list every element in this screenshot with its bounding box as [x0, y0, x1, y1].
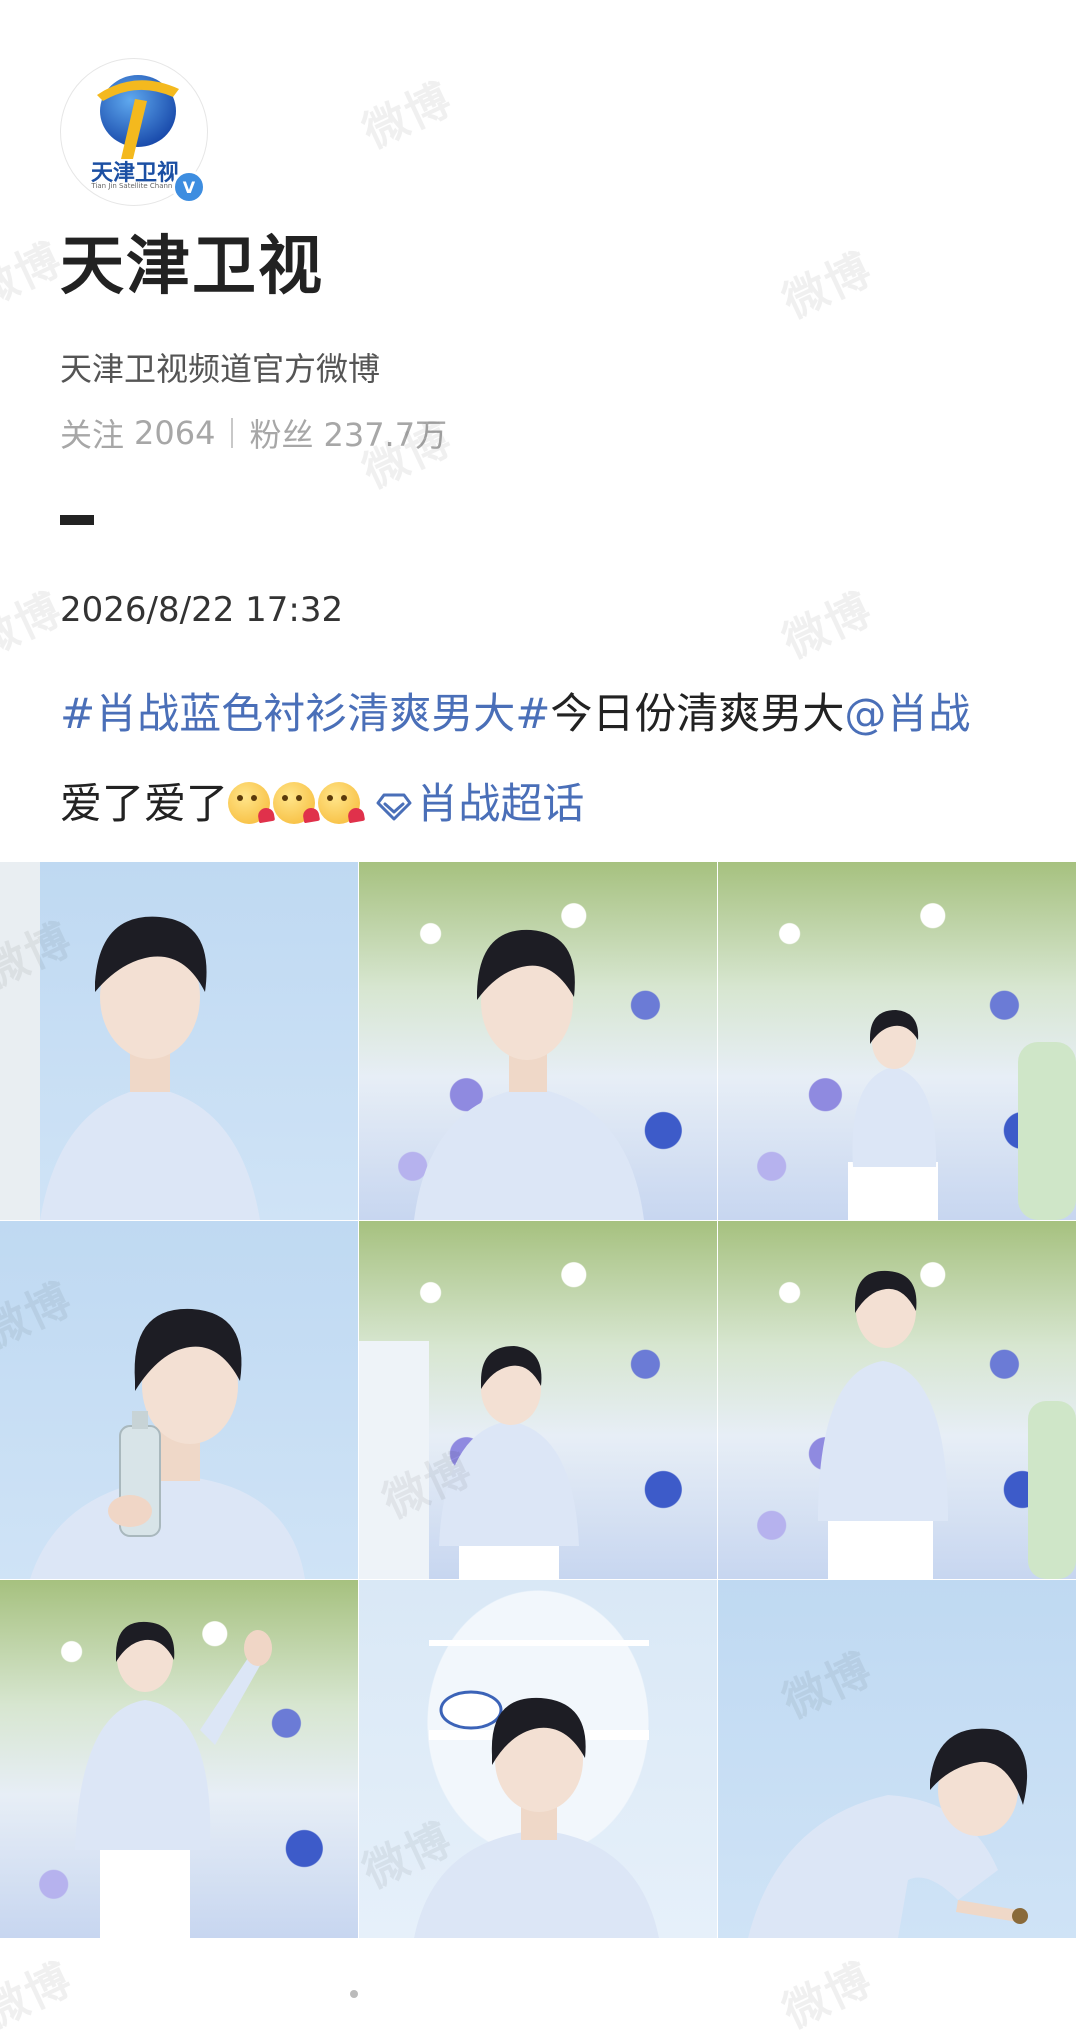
account-avatar[interactable]: 天津卫视 Tian Jin Satellite Channel V: [60, 58, 208, 206]
person-figure: [818, 1270, 1076, 1579]
person-figure: [75, 1621, 272, 1938]
following-count[interactable]: 2064: [134, 414, 215, 452]
followers-label[interactable]: 粉丝: [249, 410, 313, 456]
photo-9[interactable]: [718, 1580, 1076, 1938]
person-figure: [0, 862, 260, 1220]
photo-8[interactable]: [359, 1580, 717, 1938]
account-stats: 关注 2064 粉丝 237.7万: [60, 410, 447, 456]
photo-1[interactable]: [0, 862, 358, 1220]
person-figure: [414, 1640, 659, 1938]
weibo-post-page: 微博 微博 微博 微博 微博 微博 微博 微博 微博 微博 微博 微博 微博 天…: [0, 0, 1076, 2039]
supertopic-label[interactable]: 肖战超话: [416, 779, 584, 828]
verified-badge-icon: V: [172, 170, 206, 204]
heart-kiss-emoji-icon: [318, 782, 361, 824]
person-figure: [748, 1728, 1028, 1938]
person-figure: [359, 1341, 579, 1579]
watermark: 微博: [775, 583, 881, 669]
loading-indicator: [350, 1990, 358, 1998]
section-divider: [60, 515, 94, 525]
photo-3[interactable]: [718, 862, 1076, 1220]
person-figure: [414, 929, 644, 1220]
post-text: 今日份清爽男大: [550, 689, 845, 738]
post-timestamp: 2026/8/22 17:32: [60, 590, 344, 630]
photo-2[interactable]: [359, 862, 717, 1220]
account-description: 天津卫视频道官方微博: [60, 350, 381, 388]
following-label[interactable]: 关注: [60, 410, 124, 456]
photo-4[interactable]: [0, 1221, 358, 1579]
heart-kiss-emoji-icon: [273, 782, 316, 824]
photo-5[interactable]: [359, 1221, 717, 1579]
heart-kiss-emoji-icon: [228, 782, 271, 824]
followers-count[interactable]: 237.7万: [323, 410, 447, 456]
watermark: 微博: [775, 243, 881, 329]
supertopic-link[interactable]: 肖战超话: [376, 779, 584, 828]
mention-link[interactable]: @肖战: [844, 689, 970, 738]
post-text-line-2: 爱了爱了 肖战超话: [60, 770, 584, 831]
person-figure: [30, 1308, 305, 1579]
photo-7[interactable]: [0, 1580, 358, 1938]
photo-grid: [0, 862, 1076, 1938]
post-text: 爱了爱了: [60, 779, 229, 828]
watermark: 微博: [0, 1953, 81, 2039]
photo-6[interactable]: [718, 1221, 1076, 1579]
watermark: 微博: [775, 1953, 881, 2039]
account-name[interactable]: 天津卫视: [60, 232, 324, 303]
person-figure: [848, 1010, 1076, 1220]
hashtag-link[interactable]: #肖战蓝色衬衫清爽男大#: [60, 689, 550, 738]
supertopic-diamond-icon: [376, 793, 412, 821]
post-text-line-1: #肖战蓝色衬衫清爽男大#今日份清爽男大@肖战: [60, 680, 970, 741]
watermark: 微博: [355, 73, 461, 159]
stats-divider: [231, 418, 234, 448]
